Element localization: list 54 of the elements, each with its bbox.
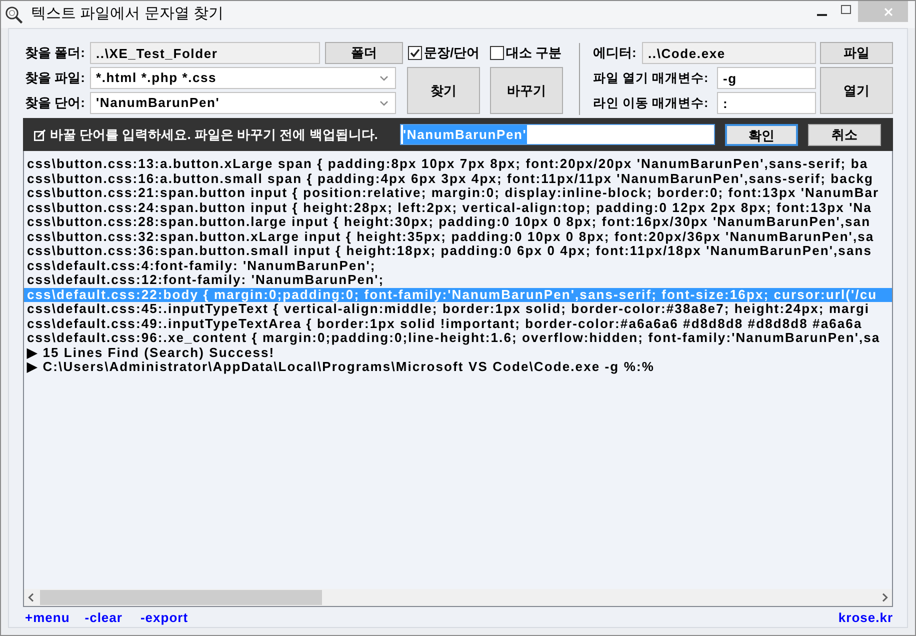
site-link[interactable]: krose.kr bbox=[838, 608, 893, 628]
result-line[interactable]: css\button.css:28:span.button.large input { height:30px; padding:0 10px 0 8px; font:16px/30px 'NanumBarunPen',san bbox=[24, 215, 892, 230]
line-parameter-field[interactable]: : bbox=[717, 92, 816, 114]
search-word-combobox[interactable]: 'NanumBarunPen' bbox=[90, 92, 396, 114]
prompt-message: 바꿀 단어를 입력하세요. 파일은 바꾸기 전에 백업됩니다. bbox=[50, 126, 378, 144]
scrollbar-thumb[interactable] bbox=[40, 590, 322, 605]
edit-icon bbox=[34, 128, 46, 140]
checkbox[interactable] bbox=[408, 46, 422, 60]
scroll-left-icon[interactable] bbox=[28, 593, 34, 602]
result-line[interactable]: css\button.css:16:a.button.small span { padding:4px 6px 3px 4px; font:11px/11px 'NanumBarunPen',sans-serif; backg bbox=[24, 172, 892, 186]
result-line[interactable]: css\button.css:36:span.button.small input { height:18px; padding:0 6px 0 4px; font:11px/18px 'NanumBarunPen',sans bbox=[24, 244, 892, 258]
open-parameter-field[interactable]: -g bbox=[717, 67, 816, 89]
editor-path-field[interactable]: ..\Code.exe bbox=[642, 42, 816, 64]
checkbox-label: 문장/단어 bbox=[424, 44, 480, 62]
field-label: 파일 열기 매개변수: bbox=[593, 70, 710, 87]
file-pattern-combobox[interactable]: *.html *.php *.css bbox=[90, 67, 396, 89]
result-line[interactable]: css\default.css:49:.inputTypeTextArea { border:1px solid !important; border-color:#a6a6a6 #d8d8d8 #d8d8d8 #a6a6a bbox=[24, 316, 892, 331]
replace-button[interactable]: 바꾸기 bbox=[490, 67, 563, 114]
close-icon bbox=[884, 8, 892, 16]
dropdown-caret-icon[interactable] bbox=[380, 76, 388, 80]
result-line[interactable]: css\default.css:45:.inputTypeText { vertical-align:middle; border:1px solid; border-color:#38a8e7; height:24px; margi bbox=[24, 302, 892, 316]
result-line[interactable]: ▶ 15 Lines Find (Search) Success! bbox=[24, 346, 892, 360]
window-title: 텍스트 파일에서 문자열 찾기 bbox=[31, 4, 224, 24]
checkbox-label: 대소 구분 bbox=[506, 44, 562, 62]
field-label: 찾을 폴더: bbox=[25, 44, 86, 62]
dropdown-caret-icon[interactable] bbox=[380, 100, 388, 106]
footer-link[interactable]: -export bbox=[140, 608, 188, 628]
field-label: 라인 이동 매개변수: bbox=[593, 94, 710, 112]
result-line[interactable]: ▶ C:\Users\Administrator\AppData\Local\Programs\Microsoft VS Code\Code.exe -g %:% bbox=[24, 360, 892, 374]
result-line[interactable]: css\button.css:32:span.button.xLarge input { height:35px; padding:0 10px 0 8px; font:20px/36px 'NanumBarunPen',sa bbox=[24, 230, 892, 244]
horizontal-scrollbar[interactable] bbox=[24, 589, 892, 606]
checkbox[interactable] bbox=[490, 46, 504, 60]
field-label: 찾을 단어: bbox=[25, 94, 86, 112]
minimize-icon bbox=[817, 14, 827, 16]
file-button[interactable]: 파일 bbox=[820, 42, 893, 64]
result-line[interactable]: css\default.css:12:font-family: 'NanumBarunPen'; bbox=[24, 273, 892, 288]
open-button[interactable]: 열기 bbox=[820, 67, 893, 114]
cancel-button[interactable]: 취소 bbox=[808, 124, 881, 146]
search-button[interactable]: 찾기 bbox=[407, 67, 480, 114]
result-line[interactable]: css\default.css:96:.xe_content { margin:0;padding:0;line-height:1.6; overflow:hidden; font-family:'NanumBarunPen',sa bbox=[24, 331, 892, 346]
result-line[interactable]: css\button.css:24:span.button input { height:28px; left:2px; vertical-align:top; padding:0 12px 2px 8px; font:13px 'Na bbox=[24, 200, 892, 215]
confirm-button[interactable]: 확인 bbox=[725, 124, 798, 146]
footer-link[interactable]: +menu bbox=[25, 608, 70, 628]
scroll-right-icon[interactable] bbox=[882, 593, 888, 602]
result-line[interactable]: css\button.css:21:span.button input { position:relative; margin:0; display:inline-block; border:0; font:13px 'NanumBar bbox=[24, 186, 892, 200]
magnifier-icon bbox=[5, 6, 23, 24]
maximize-icon bbox=[841, 5, 851, 14]
field-label: 찾을 파일: bbox=[25, 69, 86, 88]
footer-link[interactable]: -clear bbox=[84, 608, 122, 628]
folder-button[interactable]: 폴더 bbox=[325, 42, 403, 64]
result-line[interactable]: css\button.css:13:a.button.xLarge span { padding:8px 10px 7px 8px; font:20px/20px 'NanumBarunPen',sans-serif; ba bbox=[24, 157, 892, 172]
field-label: 에디터: bbox=[593, 44, 638, 62]
result-line[interactable]: css\default.css:4:font-family: 'NanumBarunPen'; bbox=[24, 258, 892, 273]
folder-path-field[interactable]: ..\XE_Test_Folder bbox=[90, 42, 320, 64]
